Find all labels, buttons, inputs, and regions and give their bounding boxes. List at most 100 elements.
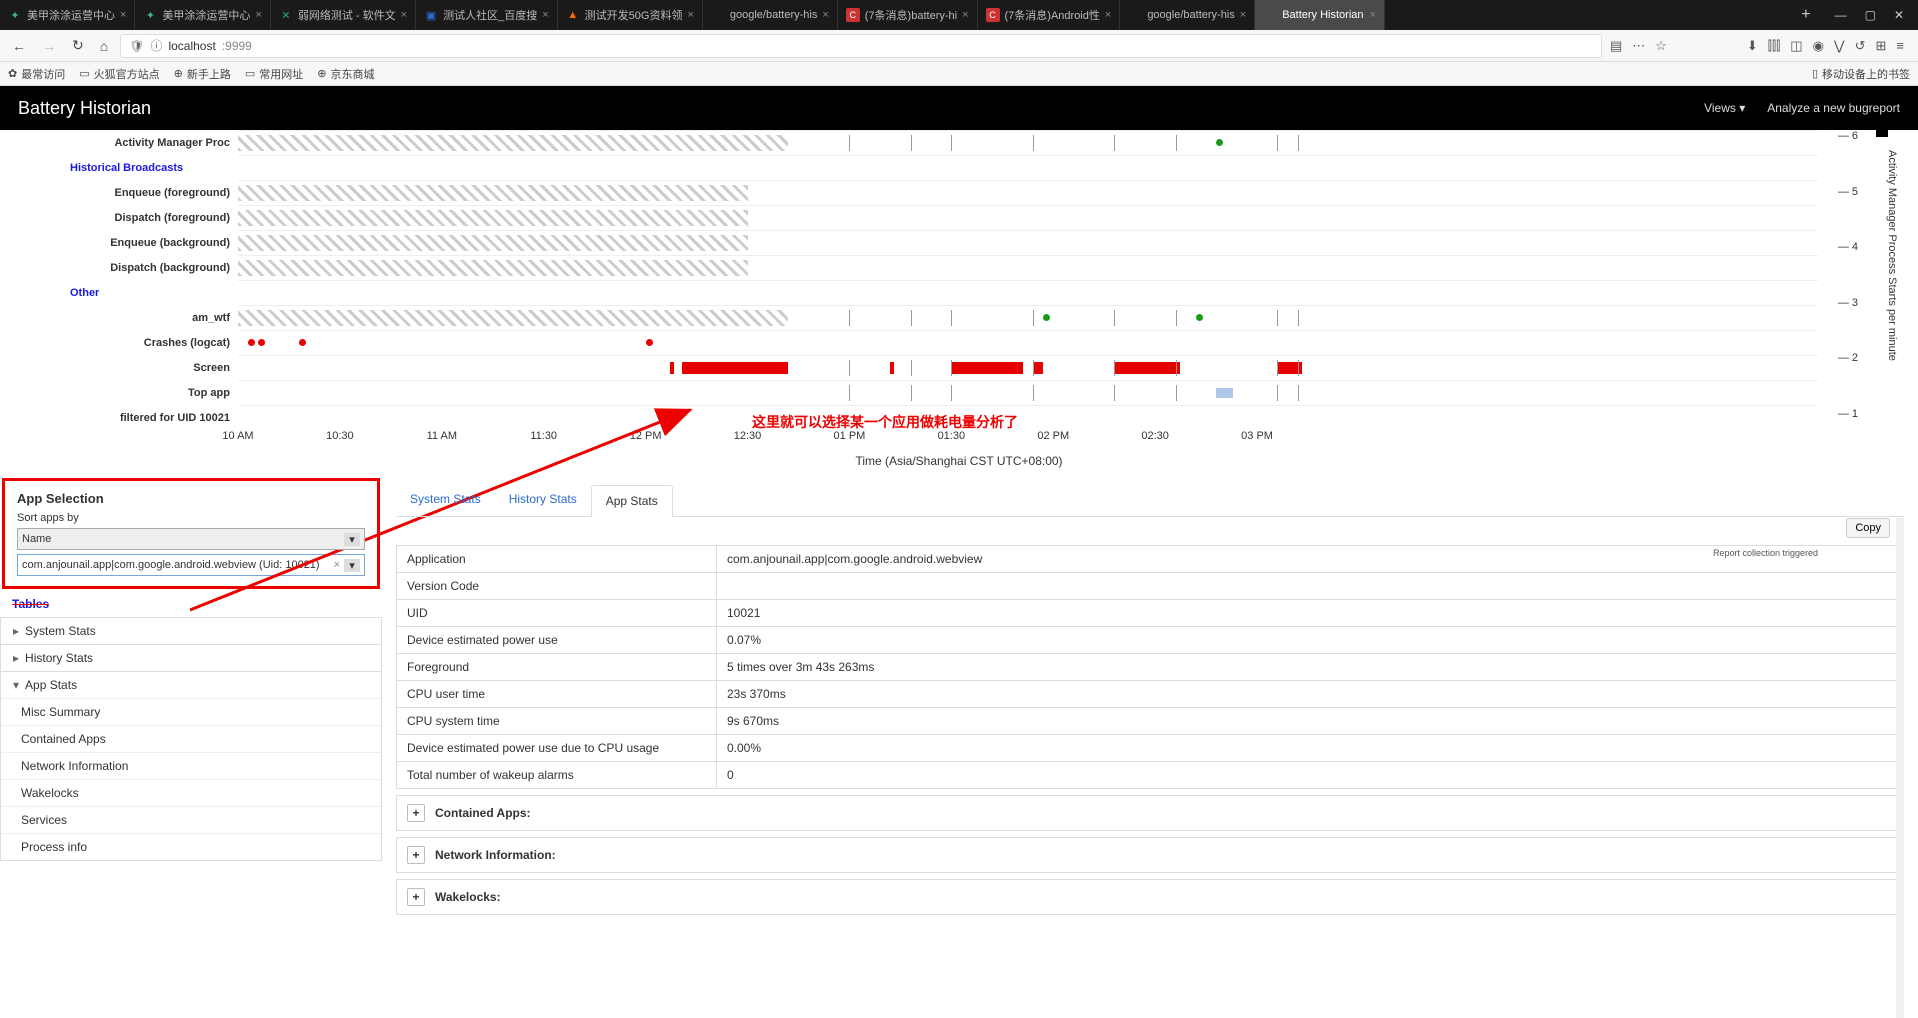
sidebar-item-system-stats[interactable]: System Stats	[0, 617, 382, 644]
bookmark-common[interactable]: ▭ 常用网址	[245, 66, 303, 82]
app-info-table: Applicationcom.anjounail.app|com.google.…	[396, 545, 1904, 789]
plus-icon: +	[407, 846, 425, 864]
sort-value: Name	[22, 533, 51, 545]
close-icon[interactable]: ×	[401, 9, 407, 21]
menu-analyze[interactable]: Analyze a new bugreport	[1767, 101, 1900, 115]
close-icon[interactable]: ×	[822, 9, 828, 21]
window-minimize[interactable]: —	[1835, 8, 1847, 22]
timeline-track	[238, 155, 1818, 180]
browser-tab[interactable]: C(7条消息)battery-hi×	[838, 0, 978, 30]
bookmark-mobile[interactable]: ▯ 移动设备上的书签	[1812, 66, 1910, 82]
bookmark-firefox[interactable]: ▭ 火狐官方站点	[79, 66, 159, 82]
tab-app-stats[interactable]: App Stats	[591, 485, 673, 517]
more-icon[interactable]: ⋯	[1632, 38, 1645, 54]
nav-back[interactable]: ←	[8, 36, 30, 56]
reader-icon[interactable]: ▤	[1610, 38, 1622, 54]
bookmark-star-icon[interactable]: ☆	[1655, 38, 1667, 54]
sidebar-subitem[interactable]: Process info	[0, 833, 382, 861]
timeline-row-label: Screen	[0, 362, 238, 374]
sidebar-subitem[interactable]: Network Information	[0, 752, 382, 779]
close-icon[interactable]: ×	[542, 9, 548, 21]
browser-tab[interactable]: ▣测试人社区_百度搜×	[416, 0, 558, 30]
browser-tab[interactable]: C(7条消息)Android性×	[978, 0, 1121, 30]
tab-history-stats[interactable]: History Stats	[495, 484, 591, 516]
window-maximize[interactable]: ▢	[1865, 8, 1876, 22]
url-port: :9999	[222, 39, 252, 53]
expand-section[interactable]: + Wakelocks:	[396, 879, 1904, 915]
browser-tab[interactable]: ▲测试开发50G资料领×	[558, 0, 703, 30]
close-icon[interactable]: ×	[687, 9, 693, 21]
expand-section[interactable]: + Contained Apps:	[396, 795, 1904, 831]
sidebar-item-history-stats[interactable]: History Stats	[0, 644, 382, 671]
sidebar-subitem[interactable]: Contained Apps	[0, 725, 382, 752]
sidebar-subitem[interactable]: Services	[0, 806, 382, 833]
app-select-input[interactable]: com.anjounail.app|com.google.android.web…	[17, 554, 365, 576]
table-row: Device estimated power use due to CPU us…	[397, 735, 1904, 762]
window-close[interactable]: ✕	[1894, 8, 1904, 22]
tables-heading: Tables	[0, 589, 382, 617]
sort-label: Sort apps by	[17, 512, 365, 524]
app-selection-title: App Selection	[17, 491, 365, 506]
bookmark-getting-started[interactable]: ⊕ 新手上路	[174, 66, 231, 82]
sidebar-subitem[interactable]: Misc Summary	[0, 698, 382, 725]
close-icon[interactable]: ×	[120, 9, 126, 21]
legend-marker	[1876, 130, 1888, 137]
right-y-axis: — 6— 5— 4— 3— 2— 1	[1838, 130, 1858, 420]
url-input[interactable]: 🛡 ⓘ localhost:9999	[120, 34, 1602, 58]
tab-system-stats[interactable]: System Stats	[396, 484, 495, 516]
sidebar-item-app-stats[interactable]: App Stats	[0, 671, 382, 698]
bookmark-jd[interactable]: ⊕ 京东商城	[317, 66, 374, 82]
downloads-icon[interactable]: ⬇	[1747, 38, 1758, 54]
nav-reload[interactable]: ↻	[68, 35, 88, 56]
sidebar-subitem[interactable]: Wakelocks	[0, 779, 382, 806]
app-title: Battery Historian	[18, 98, 151, 119]
close-icon[interactable]: ×	[1240, 9, 1246, 21]
nav-forward[interactable]: →	[38, 36, 60, 56]
chevron-icon	[13, 624, 19, 638]
timeline-track	[238, 405, 1818, 430]
browser-tab[interactable]: google/battery-his×	[703, 0, 838, 30]
sort-dropdown[interactable]: Name ▾	[17, 528, 365, 550]
menu-views[interactable]: Views ▾	[1704, 101, 1745, 115]
plus-icon: +	[407, 888, 425, 906]
close-icon[interactable]: ×	[1105, 9, 1111, 21]
timeline-row-label: am_wtf	[0, 312, 238, 324]
account-icon[interactable]: ◉	[1813, 38, 1824, 54]
scrollbar[interactable]	[1896, 518, 1904, 1018]
browser-tab[interactable]: Battery Historian×	[1255, 0, 1385, 30]
timeline-track	[238, 205, 1818, 230]
browser-tab[interactable]: ✕弱网络测试 - 软件文×	[271, 0, 416, 30]
pocket-icon[interactable]: ⋁	[1834, 38, 1845, 54]
timeline-row-label: Top app	[0, 387, 238, 399]
close-icon[interactable]: ×	[962, 9, 968, 21]
app-header: Battery Historian Views ▾ Analyze a new …	[0, 86, 1918, 130]
copy-button[interactable]: Copy	[1846, 518, 1890, 538]
library-icon[interactable]: ⫿⫿⫿	[1768, 38, 1780, 54]
plus-icon: +	[407, 804, 425, 822]
timeline-track	[238, 130, 1818, 155]
menu-icon[interactable]: ≡	[1896, 38, 1904, 54]
timeline-row-label: Dispatch (foreground)	[0, 212, 238, 224]
timeline-row-label: Activity Manager Proc	[0, 137, 238, 149]
history-icon[interactable]: ↺	[1855, 38, 1866, 54]
timeline-row-label: Historical Broadcasts	[0, 162, 238, 174]
browser-tab-strip: ✦美甲涂涂运营中心×✦美甲涂涂运营中心×✕弱网络测试 - 软件文×▣测试人社区_…	[0, 0, 1918, 30]
main-panel: System StatsHistory StatsApp Stats Copy …	[382, 478, 1918, 1018]
clear-icon[interactable]: ×	[330, 559, 344, 571]
extensions-icon[interactable]: ⊞	[1876, 38, 1887, 54]
close-icon[interactable]: ×	[255, 9, 261, 21]
close-icon[interactable]: ×	[1370, 9, 1376, 21]
chevron-icon	[13, 651, 19, 665]
timeline-row-label: Other	[0, 287, 238, 299]
expand-section[interactable]: + Network Information:	[396, 837, 1904, 873]
x-axis: 10 AM10:3011 AM11:3012 PM12:3001 PM01:30…	[238, 430, 1818, 450]
new-tab-button[interactable]: +	[1791, 6, 1820, 24]
browser-tab[interactable]: google/battery-his×	[1120, 0, 1255, 30]
nav-home[interactable]: ⌂	[96, 36, 112, 56]
table-row: Device estimated power use0.07%	[397, 627, 1904, 654]
sidebar-icon[interactable]: ◫	[1790, 38, 1802, 54]
browser-tab[interactable]: ✦美甲涂涂运营中心×	[135, 0, 270, 30]
chevron-icon	[13, 678, 19, 692]
bookmark-most-visited[interactable]: ✿ 最常访问	[8, 66, 65, 82]
browser-tab[interactable]: ✦美甲涂涂运营中心×	[0, 0, 135, 30]
